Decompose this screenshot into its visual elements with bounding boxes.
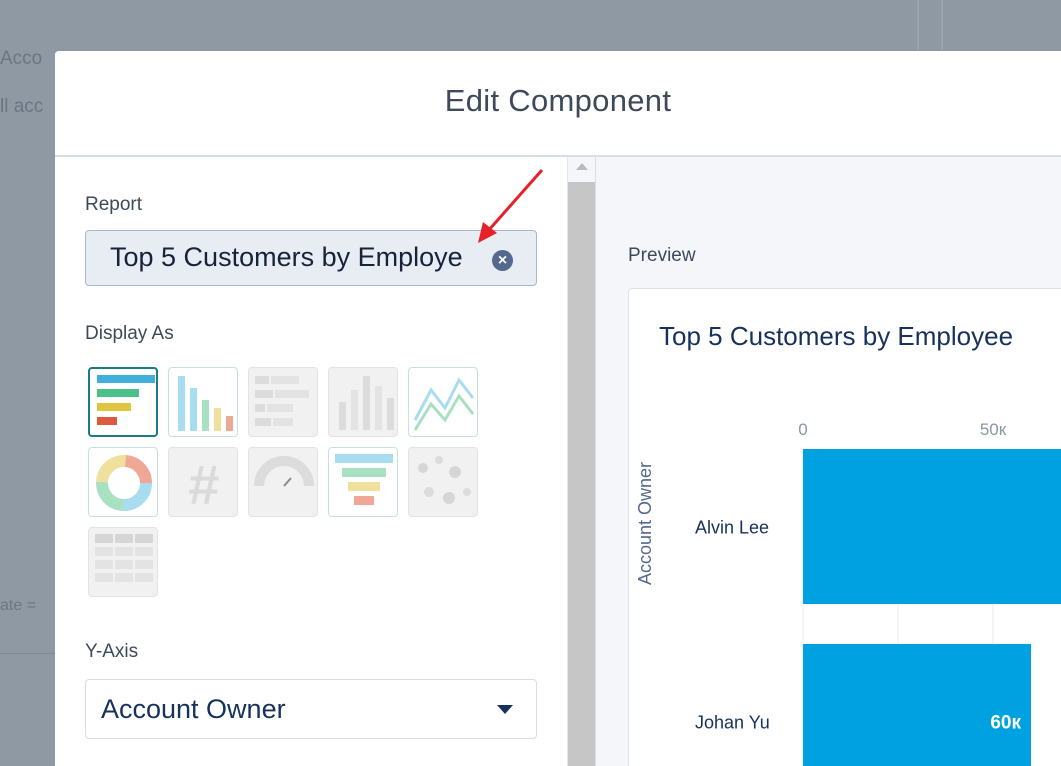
category-label: Johan Yu bbox=[695, 713, 770, 733]
background-card-edge bbox=[917, 0, 919, 50]
gauge-icon[interactable] bbox=[248, 447, 318, 517]
y-axis-title: Account Owner bbox=[635, 461, 655, 585]
modal-title: Edit Component bbox=[444, 83, 672, 118]
line-chart-icon[interactable] bbox=[408, 367, 478, 437]
clear-report-icon[interactable]: × bbox=[492, 250, 513, 271]
y-axis-label: Y-Axis bbox=[85, 641, 139, 662]
modal-header: Edit Component bbox=[55, 51, 1061, 157]
category-label: Alvin Lee bbox=[695, 518, 769, 538]
background-divider bbox=[0, 653, 55, 654]
bar-chart: 0 50к Alvin Lee Johan Yu 60к bbox=[695, 420, 1061, 766]
metric-icon[interactable]: # bbox=[168, 447, 238, 517]
bar[interactable] bbox=[803, 644, 1031, 766]
y-axis-select[interactable]: Account Owner bbox=[85, 679, 537, 739]
preview-label: Preview bbox=[628, 245, 696, 266]
chart-preview-card: Top 5 Customers by Employee 0 50к Alvin Le… bbox=[628, 288, 1061, 766]
background-card-subtitle: ll acc bbox=[0, 96, 44, 117]
y-axis-value: Account Owner bbox=[101, 694, 286, 724]
background-card-edge bbox=[941, 0, 943, 50]
table-icon[interactable] bbox=[88, 527, 158, 597]
x-tick-label: 50к bbox=[980, 420, 1007, 439]
x-tick-label: 0 bbox=[798, 420, 807, 439]
bar[interactable] bbox=[803, 449, 1061, 604]
panel-scrollbar[interactable] bbox=[567, 157, 595, 766]
horizontal-bar-chart-icon[interactable] bbox=[88, 367, 158, 437]
report-label: Report bbox=[85, 194, 143, 215]
data-label: 60к bbox=[990, 713, 1021, 734]
svg-text:#: # bbox=[188, 453, 219, 516]
stacked-vertical-bar-chart-icon[interactable] bbox=[328, 367, 398, 437]
report-lookup-pill[interactable]: Top 5 Customers by Employe × bbox=[85, 230, 537, 286]
background-card-title: Acco bbox=[0, 48, 43, 69]
preview-panel: Preview Top 5 Customers by Employee 0 50к… bbox=[595, 157, 1061, 766]
stacked-horizontal-bar-chart-icon[interactable] bbox=[248, 367, 318, 437]
funnel-chart-icon[interactable] bbox=[328, 447, 398, 517]
donut-chart-icon[interactable] bbox=[88, 447, 158, 517]
scatter-chart-icon[interactable] bbox=[408, 447, 478, 517]
background-filter-text: ate = bbox=[0, 597, 37, 614]
edit-component-modal: Edit Component Report Top 5 Customers by… bbox=[55, 51, 1061, 766]
vertical-bar-chart-icon[interactable] bbox=[168, 367, 238, 437]
scrollbar-thumb[interactable] bbox=[568, 182, 595, 766]
report-value: Top 5 Customers by Employe bbox=[110, 242, 463, 272]
display-as-label: Display As bbox=[85, 323, 174, 344]
scroll-up-icon[interactable] bbox=[576, 163, 588, 170]
caret-down-icon bbox=[497, 705, 513, 714]
